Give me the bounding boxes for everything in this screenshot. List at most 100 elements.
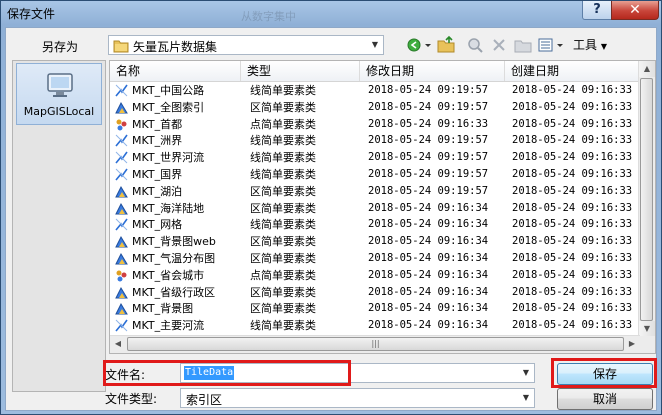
table-row[interactable]: MKT_背景图 区简单要素类 2018-05-24 09:16:34 2018-05-…	[110, 300, 640, 317]
new-folder-button[interactable]	[512, 34, 534, 56]
save-button-highlight-box	[551, 358, 657, 388]
region-layer-icon	[115, 236, 128, 248]
table-row[interactable]: MKT_湖泊 区简单要素类 2018-05-24 09:19:57 2018-05-2…	[110, 183, 640, 200]
folder-icon	[113, 39, 129, 56]
scroll-up-icon[interactable]: ▲	[639, 61, 655, 77]
file-name: MKT_省会城市	[132, 268, 205, 282]
file-created: 2018-05-24 09:16:33	[512, 235, 633, 248]
file-type: 线简单要素类	[250, 151, 316, 165]
places-bar: MapGISLocal	[12, 60, 106, 392]
file-type: 区简单要素类	[250, 201, 316, 215]
scroll-right-icon[interactable]: ▶	[624, 336, 640, 352]
file-name: MKT_国界	[132, 168, 183, 181]
file-name: MKT_背景图web	[132, 235, 216, 249]
table-row[interactable]: MKT_全图索引 区简单要素类 2018-05-24 09:19:57 2018-05…	[110, 99, 640, 116]
filetype-select[interactable]: 索引区 ▼	[180, 388, 535, 408]
scroll-left-icon[interactable]: ◀	[110, 336, 126, 352]
file-created: 2018-05-24 09:16:33	[512, 134, 633, 147]
file-name: MKT_网格	[132, 218, 183, 232]
back-icon	[407, 38, 431, 52]
table-row[interactable]: MKT_气温分布图 区简单要素类 2018-05-24 09:16:34 2018-0…	[110, 250, 640, 267]
file-created: 2018-05-24 09:16:33	[512, 201, 633, 214]
horizontal-scroll-thumb[interactable]: |||	[127, 337, 624, 351]
line-layer-icon	[115, 134, 128, 147]
file-modified: 2018-05-24 09:19:57	[368, 184, 489, 197]
chevron-down-icon[interactable]: ▼	[518, 389, 534, 407]
table-row[interactable]: MKT_背景图web 区简单要素类 2018-05-24 09:16:34 2018-…	[110, 233, 640, 250]
region-layer-icon	[115, 185, 128, 198]
file-name: MKT_主要河流	[132, 319, 205, 333]
file-modified: 2018-05-24 09:16:34	[368, 268, 489, 281]
file-modified: 2018-05-24 09:16:34	[368, 201, 489, 214]
cancel-button[interactable]: 取消	[557, 388, 653, 410]
file-created: 2018-05-24 09:16:33	[512, 285, 633, 298]
line-layer-icon	[115, 218, 128, 231]
file-created: 2018-05-24 09:16:33	[512, 319, 633, 332]
table-row[interactable]: MKT_首都 点简单要素类 2018-05-24 09:16:33 2018-05-2…	[110, 116, 640, 133]
file-created: 2018-05-24 09:16:33	[512, 151, 633, 164]
views-button[interactable]	[536, 34, 566, 56]
search-button[interactable]	[464, 34, 486, 56]
vertical-scroll-thumb[interactable]	[640, 78, 653, 321]
file-created: 2018-05-24 09:16:33	[512, 100, 633, 113]
file-modified: 2018-05-24 09:16:34	[368, 252, 489, 264]
file-created: 2018-05-24 09:16:33	[512, 218, 633, 231]
delete-icon	[493, 39, 505, 51]
point-layer-icon	[116, 270, 127, 282]
file-modified: 2018-05-24 09:16:34	[368, 302, 489, 315]
delete-button[interactable]	[488, 34, 510, 56]
file-type: 区简单要素类	[250, 184, 316, 198]
horizontal-scrollbar[interactable]: ◀ ||| ▶	[110, 335, 640, 353]
tools-menu[interactable]: 工具 ▼	[570, 34, 610, 56]
table-row[interactable]: MKT_海洋陆地 区简单要素类 2018-05-24 09:16:34 2018-05…	[110, 200, 640, 217]
table-row[interactable]: MKT_网格 线简单要素类 2018-05-24 09:16:34 2018-05-2…	[110, 216, 640, 233]
filename-highlight-box	[103, 360, 351, 386]
save-file-dialog: 保存文件 从数字集中 ? ✕ 另存为 矢量瓦片数据集 ▼ 工具 ▼ MapGIS…	[0, 0, 662, 415]
file-type: 区简单要素类	[250, 252, 316, 265]
location-combobox[interactable]: 矢量瓦片数据集 ▼	[108, 35, 384, 55]
file-name: MKT_洲界	[132, 134, 183, 148]
file-created: 2018-05-24 09:16:33	[512, 302, 633, 315]
location-path: 矢量瓦片数据集	[133, 40, 218, 54]
help-button[interactable]: ?	[582, 1, 612, 20]
file-rows: MKT_中国公路 线简单要素类 2018-05-24 09:19:57 2018-05…	[110, 82, 640, 336]
chevron-down-icon[interactable]: ▼	[367, 36, 383, 54]
table-row[interactable]: MKT_世界河流 线简单要素类 2018-05-24 09:19:57 2018-05…	[110, 149, 640, 166]
up-folder-button[interactable]	[435, 34, 457, 56]
window-title: 保存文件	[7, 7, 56, 21]
close-button[interactable]: ✕	[611, 1, 659, 20]
title-bar[interactable]: 保存文件 从数字集中 ? ✕	[1, 1, 661, 27]
region-layer-icon	[115, 252, 128, 265]
line-layer-icon	[115, 84, 128, 97]
region-layer-icon	[115, 202, 128, 215]
view-list-icon	[538, 38, 563, 52]
column-header-created[interactable]: 创建日期	[505, 61, 640, 81]
file-list[interactable]: 名称 类型 修改日期 创建日期 MKT_中国公路 线简单要素类 2018-05-24…	[109, 60, 656, 354]
table-row[interactable]: MKT_中国公路 线简单要素类 2018-05-24 09:19:57 2018-05…	[110, 82, 640, 99]
table-row[interactable]: MKT_省会城市 点简单要素类 2018-05-24 09:16:34 2018-05…	[110, 267, 640, 284]
chevron-down-icon[interactable]: ▼	[518, 364, 534, 382]
new-folder-icon	[514, 40, 532, 53]
place-item-label: MapGISLocal	[23, 105, 95, 118]
file-modified: 2018-05-24 09:16:34	[368, 319, 489, 332]
file-type: 区简单要素类	[250, 302, 316, 316]
table-row[interactable]: MKT_主要河流 线简单要素类 2018-05-24 09:16:34 2018-05…	[110, 317, 640, 334]
scroll-down-icon[interactable]: ▼	[639, 321, 655, 337]
table-row[interactable]: MKT_洲界 线简单要素类 2018-05-24 09:19:57 2018-05-2…	[110, 132, 640, 149]
file-type: 区简单要素类	[250, 285, 316, 299]
file-created: 2018-05-24 09:16:33	[512, 252, 633, 264]
table-row[interactable]: MKT_省级行政区 区简单要素类 2018-05-24 09:16:34 2018-0…	[110, 284, 640, 301]
search-icon	[468, 38, 483, 53]
column-header-name[interactable]: 名称	[110, 61, 241, 81]
column-header-type[interactable]: 类型	[241, 61, 360, 81]
file-modified: 2018-05-24 09:19:57	[368, 151, 489, 164]
dialog-body: 另存为 矢量瓦片数据集 ▼ 工具 ▼ MapGISLocal 名称 类型 修改日…	[5, 27, 657, 411]
column-header-modified[interactable]: 修改日期	[360, 61, 505, 81]
file-type: 点简单要素类	[250, 268, 316, 282]
file-type: 线简单要素类	[250, 134, 316, 148]
vertical-scrollbar[interactable]: ▲ ▼	[638, 61, 655, 337]
place-item-mapgislocal[interactable]: MapGISLocal	[16, 63, 102, 125]
filetype-value: 索引区	[186, 393, 223, 407]
back-button[interactable]	[405, 34, 433, 56]
table-row[interactable]: MKT_国界 线简单要素类 2018-05-24 09:19:57 2018-05-2…	[110, 166, 640, 183]
